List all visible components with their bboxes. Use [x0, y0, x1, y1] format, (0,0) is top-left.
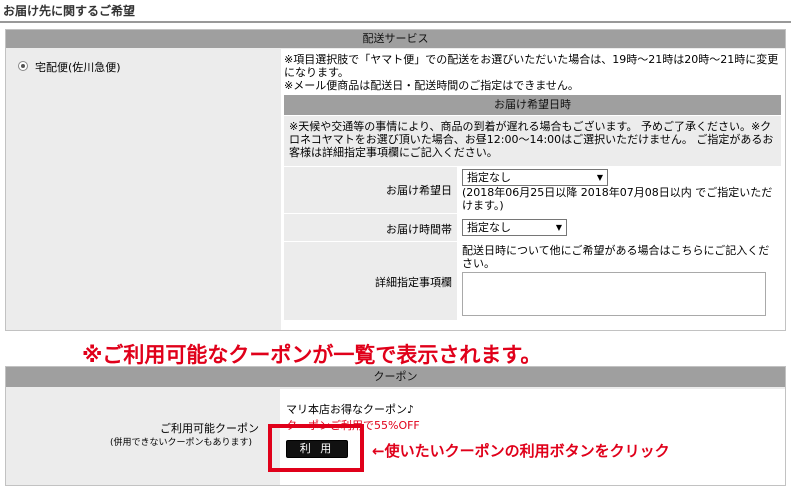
coupon-sub-label: (併用できないクーポンもあります) [110, 438, 253, 448]
detail-help: 配送日時について他にご希望がある場合はこちらにご記入ください。 [462, 244, 770, 270]
detail-label: 詳細指定事項欄 [375, 276, 452, 289]
coupon-band: クーポン [6, 367, 785, 387]
radio-selected-dot [21, 64, 25, 68]
coupon-name: マリ本店お得なクーポン♪ [286, 403, 415, 416]
delivery-date-select[interactable]: 指定なし ▼ [462, 169, 608, 186]
delivery-notes: ※項目選択肢で「ヤマト便」での配送をお選びいただいた場合は、19時〜21時は20… [284, 53, 782, 92]
delivery-band: 配送サービス [6, 30, 785, 48]
wish-notice: ※天候や交通等の事情により、商品の到着が遅れる場合もございます。 予めご了承くだ… [289, 120, 774, 159]
delivery-radio[interactable] [18, 61, 28, 71]
coupon-label: ご利用可能クーポン [160, 422, 259, 435]
chevron-down-icon: ▼ [596, 173, 603, 182]
delivery-time-select[interactable]: 指定なし ▼ [462, 219, 567, 236]
coupon-use-button[interactable]: 利 用 [286, 440, 348, 458]
page-title: お届け先に関するご希望 [3, 4, 136, 18]
date-label: お届け希望日 [386, 184, 452, 197]
chevron-down-icon: ▼ [555, 223, 562, 232]
delivery-radio-label[interactable]: 宅配便(佐川急便) [35, 59, 121, 75]
coupon-list-banner: ※ご利用可能なクーポンが一覧で表示されます。 [82, 343, 542, 367]
delivery-date-selected: 指定なし [467, 171, 511, 184]
wish-datetime-band: お届け希望日時 [284, 95, 781, 115]
title-divider [0, 21, 791, 23]
date-range-note: (2018年06月25日以降 2018年07月08日以内 でご指定いただけます。… [462, 186, 773, 212]
delivery-time-selected: 指定なし [467, 221, 511, 234]
detail-textarea[interactable] [462, 272, 766, 316]
click-hint: ←使いたいクーポンの利用ボタンをクリック [372, 442, 670, 460]
time-label: お届け時間帯 [386, 223, 452, 236]
delivery-note-yamato: ※項目選択肢で「ヤマト便」での配送をお選びいただいた場合は、19時〜21時は20… [284, 53, 779, 79]
delivery-note-mail: ※メール便商品は配送日・配送時間のご指定はできません。 [284, 79, 579, 92]
